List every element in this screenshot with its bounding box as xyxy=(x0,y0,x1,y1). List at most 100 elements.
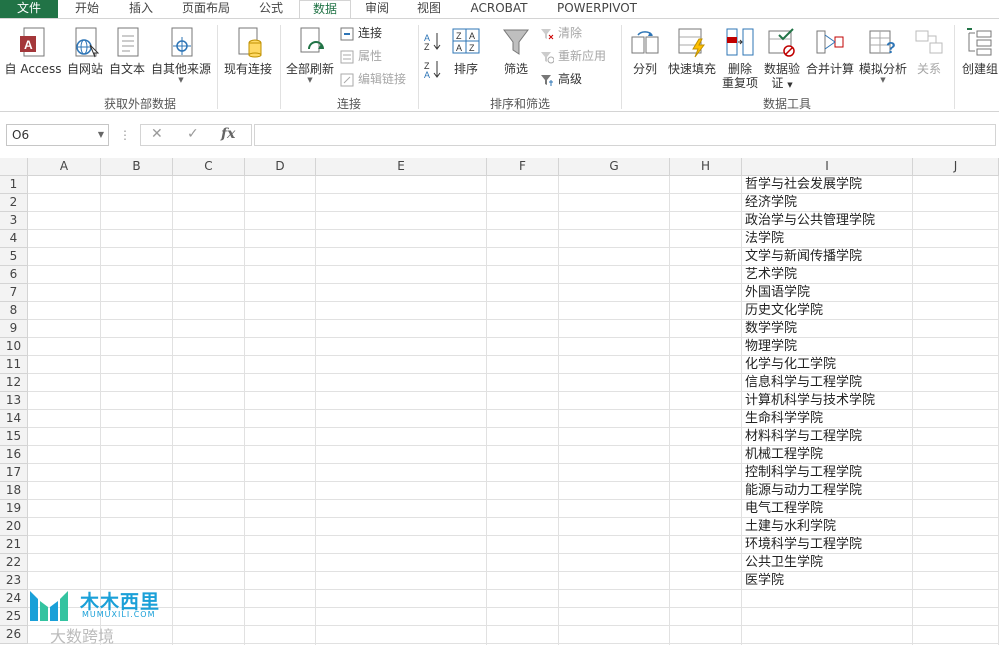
row-header-23[interactable]: 23 xyxy=(0,572,28,590)
cell-i14[interactable]: 生命科学学院 xyxy=(745,410,823,428)
from-access-button[interactable]: A 自 Access xyxy=(4,27,62,76)
row-header-11[interactable]: 11 xyxy=(0,356,28,374)
tab-formulas[interactable]: 公式 xyxy=(246,0,296,18)
row-header-3[interactable]: 3 xyxy=(0,212,28,230)
cell-i18[interactable]: 能源与动力工程学院 xyxy=(745,482,862,500)
cell-i12[interactable]: 信息科学与工程学院 xyxy=(745,374,862,392)
consolidate-button[interactable]: 合并计算 xyxy=(804,27,856,76)
cell-i3[interactable]: 政治学与公共管理学院 xyxy=(745,212,875,230)
cell-i16[interactable]: 机械工程学院 xyxy=(745,446,823,464)
tab-powerpivot[interactable]: POWERPIVOT xyxy=(549,0,645,18)
cell-i5[interactable]: 文学与新闻传播学院 xyxy=(745,248,862,266)
column-header-g[interactable]: G xyxy=(559,158,670,176)
data-validation-button[interactable]: 数据验 证 ▼ xyxy=(762,27,802,92)
cell-i7[interactable]: 外国语学院 xyxy=(745,284,810,302)
column-header-h[interactable]: H xyxy=(670,158,742,176)
row-header-4[interactable]: 4 xyxy=(0,230,28,248)
clear-button[interactable]: 清除 xyxy=(540,25,582,43)
drag-handle-icon[interactable]: ⋮ xyxy=(119,128,131,142)
cell-i13[interactable]: 计算机科学与技术学院 xyxy=(745,392,875,410)
cell-i1[interactable]: 哲学与社会发展学院 xyxy=(745,176,862,194)
refresh-all-button[interactable]: 全部刷新 ▼ xyxy=(284,27,336,84)
row-header-18[interactable]: 18 xyxy=(0,482,28,500)
reapply-button[interactable]: 重新应用 xyxy=(540,48,606,66)
row-header-21[interactable]: 21 xyxy=(0,536,28,554)
cell-i8[interactable]: 历史文化学院 xyxy=(745,302,823,320)
formula-input[interactable] xyxy=(254,124,996,146)
row-header-8[interactable]: 8 xyxy=(0,302,28,320)
flash-fill-button[interactable]: 快速填充 xyxy=(666,27,718,76)
from-web-button[interactable]: 自网站 xyxy=(64,27,106,76)
from-text-button[interactable]: 自文本 xyxy=(106,27,148,76)
row-header-10[interactable]: 10 xyxy=(0,338,28,356)
edit-links-button[interactable]: 编辑链接 xyxy=(340,71,406,89)
column-header-c[interactable]: C xyxy=(173,158,245,176)
row-header-17[interactable]: 17 xyxy=(0,464,28,482)
worksheet[interactable]: ABCDEFGHIJ 1 2 3 4 5 6 7 8 9 10 11 12 13 14 15 16 17 18 19… xyxy=(0,158,999,645)
sort-descending-button[interactable]: ZA xyxy=(422,59,444,82)
column-header-d[interactable]: D xyxy=(245,158,316,176)
row-header-25[interactable]: 25 xyxy=(0,608,28,626)
row-header-12[interactable]: 12 xyxy=(0,374,28,392)
row-header-13[interactable]: 13 xyxy=(0,392,28,410)
tab-view[interactable]: 视图 xyxy=(405,0,453,18)
cell-i15[interactable]: 材料科学与工程学院 xyxy=(745,428,862,446)
cell-i6[interactable]: 艺术学院 xyxy=(745,266,797,284)
from-other-sources-button[interactable]: 自其他来源 ▼ xyxy=(148,27,214,84)
enter-icon[interactable]: ✓ xyxy=(187,126,199,142)
cell-i21[interactable]: 环境科学与工程学院 xyxy=(745,536,862,554)
remove-duplicates-button[interactable]: 删除 重复项 xyxy=(720,27,760,90)
column-header-b[interactable]: B xyxy=(101,158,173,176)
row-header-22[interactable]: 22 xyxy=(0,554,28,572)
cell-i19[interactable]: 电气工程学院 xyxy=(745,500,823,518)
relationships-button[interactable]: 关系 xyxy=(910,27,948,76)
row-header-16[interactable]: 16 xyxy=(0,446,28,464)
properties-button[interactable]: 属性 xyxy=(340,48,382,66)
row-header-20[interactable]: 20 xyxy=(0,518,28,536)
row-header-14[interactable]: 14 xyxy=(0,410,28,428)
row-header-26[interactable]: 26 xyxy=(0,626,28,644)
row-header-5[interactable]: 5 xyxy=(0,248,28,266)
row-header-1[interactable]: 1 xyxy=(0,176,28,194)
row-header-15[interactable]: 15 xyxy=(0,428,28,446)
tab-insert[interactable]: 插入 xyxy=(116,0,166,18)
cell-i2[interactable]: 经济学院 xyxy=(745,194,797,212)
cell-i11[interactable]: 化学与化工学院 xyxy=(745,356,836,374)
tab-file[interactable]: 文件 xyxy=(0,0,58,18)
row-header-6[interactable]: 6 xyxy=(0,266,28,284)
cell-i20[interactable]: 土建与水利学院 xyxy=(745,518,836,536)
connections-button[interactable]: 连接 xyxy=(340,25,382,43)
tab-home[interactable]: 开始 xyxy=(62,0,112,18)
tab-acrobat[interactable]: ACROBAT xyxy=(462,0,536,18)
cell-i23[interactable]: 医学院 xyxy=(745,572,784,590)
insert-function-icon[interactable]: fx xyxy=(221,126,235,142)
tab-review[interactable]: 审阅 xyxy=(353,0,401,18)
row-header-2[interactable]: 2 xyxy=(0,194,28,212)
row-header-24[interactable]: 24 xyxy=(0,590,28,608)
row-header-19[interactable]: 19 xyxy=(0,500,28,518)
group-button[interactable]: 创建组 xyxy=(958,27,999,76)
select-all-button[interactable] xyxy=(0,158,28,176)
row-header-9[interactable]: 9 xyxy=(0,320,28,338)
cell-i17[interactable]: 控制科学与工程学院 xyxy=(745,464,862,482)
row-header-7[interactable]: 7 xyxy=(0,284,28,302)
cell-i4[interactable]: 法学院 xyxy=(745,230,784,248)
column-header-e[interactable]: E xyxy=(316,158,487,176)
column-header-i[interactable]: I xyxy=(742,158,913,176)
sort-button[interactable]: Z A A Z 排序 xyxy=(448,27,484,76)
existing-connections-button[interactable]: 现有连接 xyxy=(220,27,276,76)
advanced-button[interactable]: 高级 xyxy=(540,71,582,89)
what-if-analysis-button[interactable]: ? 模拟分析 ▼ xyxy=(856,27,910,84)
tab-page-layout[interactable]: 页面布局 xyxy=(170,0,242,18)
chevron-down-icon[interactable]: ▼ xyxy=(98,125,104,145)
cell-i22[interactable]: 公共卫生学院 xyxy=(745,554,823,572)
sort-ascending-button[interactable]: AZ xyxy=(422,31,444,54)
column-header-f[interactable]: F xyxy=(487,158,559,176)
name-box[interactable]: O6 ▼ xyxy=(6,124,109,146)
column-header-a[interactable]: A xyxy=(28,158,101,176)
text-to-columns-button[interactable]: 分列 xyxy=(626,27,664,76)
tab-data[interactable]: 数据 xyxy=(299,0,351,19)
filter-button[interactable]: 筛选 xyxy=(498,27,534,76)
cell-i9[interactable]: 数学学院 xyxy=(745,320,797,338)
column-header-j[interactable]: J xyxy=(913,158,999,176)
